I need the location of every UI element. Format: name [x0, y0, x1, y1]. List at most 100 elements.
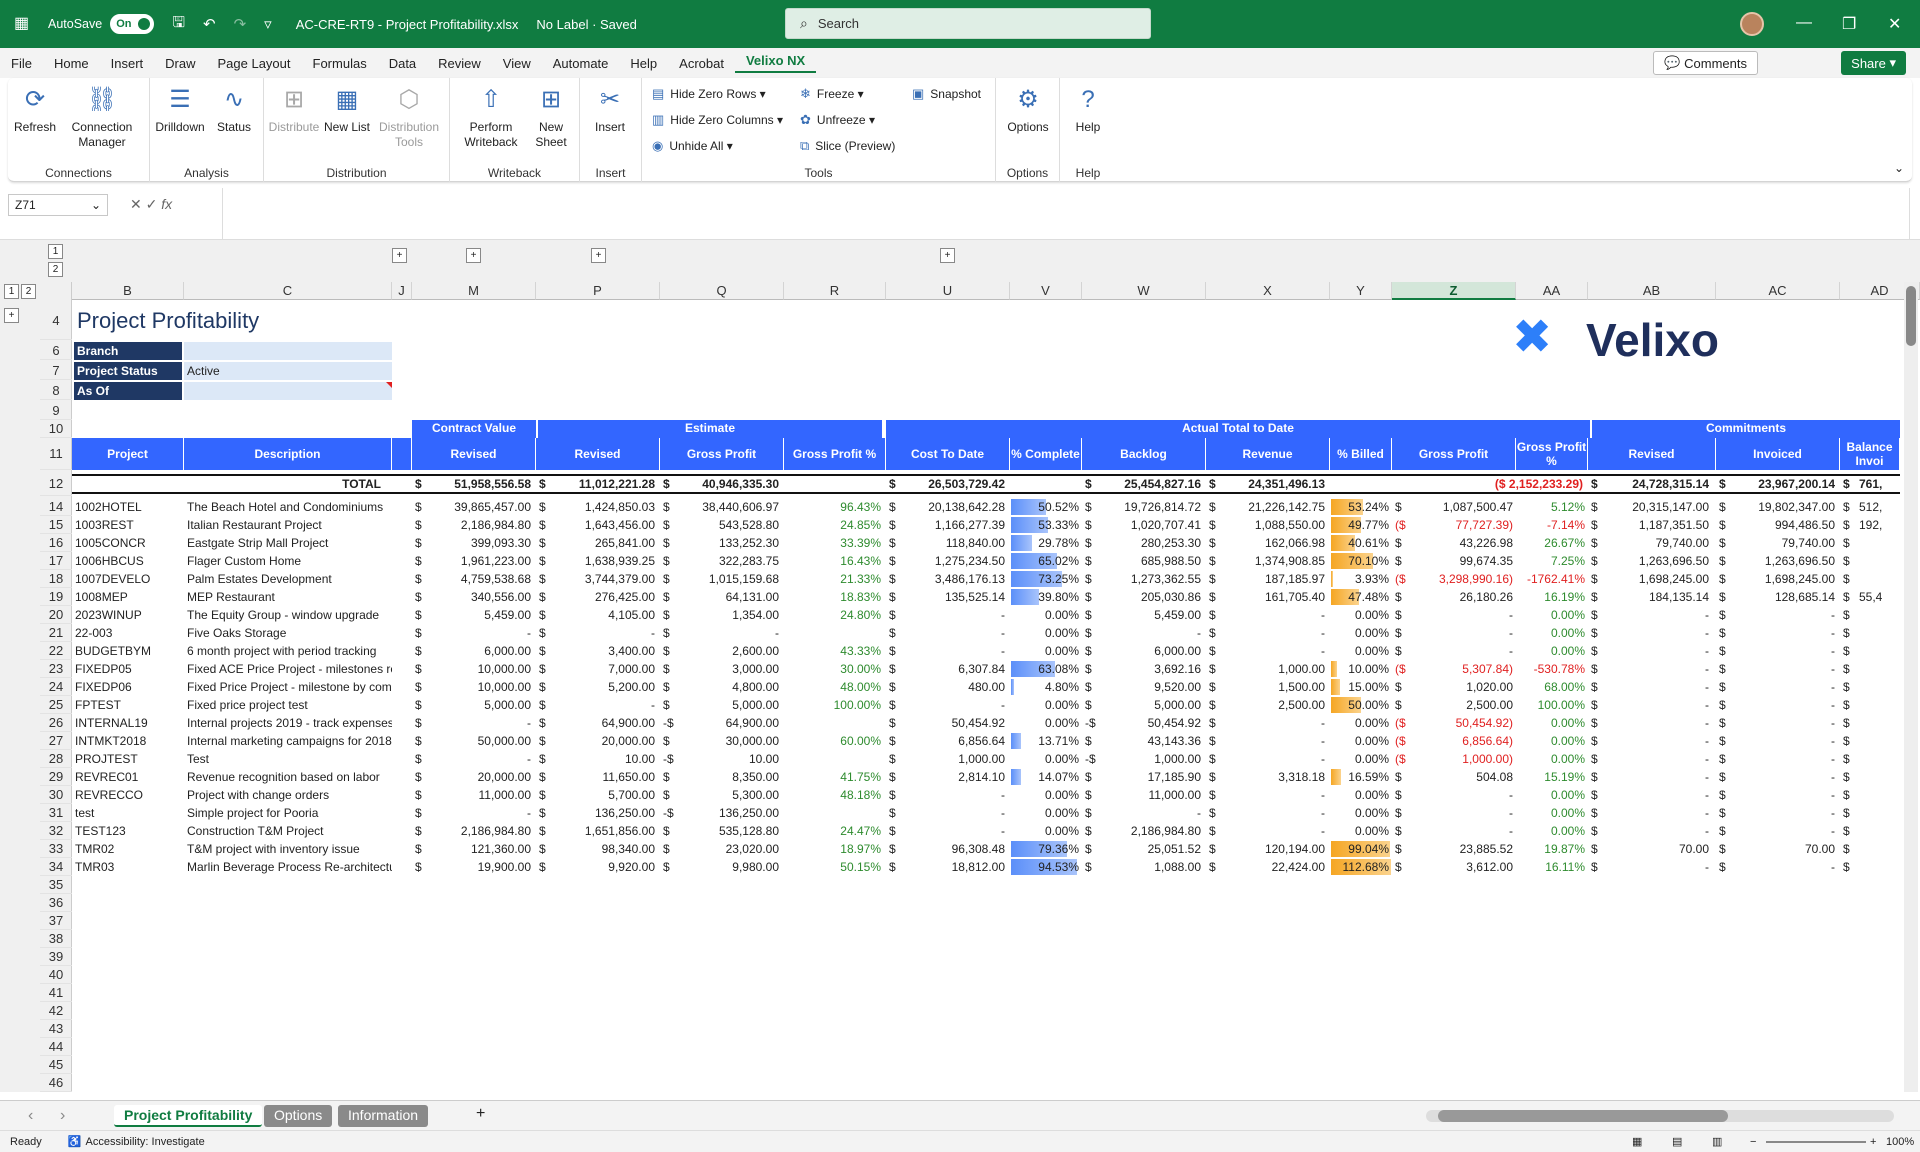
revenue[interactable]: -: [1222, 732, 1328, 750]
backlog[interactable]: 9,520.00: [1098, 678, 1204, 696]
currency-sign[interactable]: $: [1588, 588, 1602, 606]
currency-sign[interactable]: $: [412, 678, 426, 696]
snapshot-button[interactable]: ▣ Snapshot: [912, 86, 981, 102]
com-revised[interactable]: -: [1604, 786, 1712, 804]
menu-data[interactable]: Data: [378, 56, 427, 71]
act-gross-profit[interactable]: 99,674.35: [1408, 552, 1516, 570]
currency-sign[interactable]: $: [660, 678, 674, 696]
restore-icon[interactable]: ❐: [1842, 14, 1856, 34]
cost-to-date[interactable]: 96,308.48: [902, 840, 1008, 858]
pct-complete[interactable]: 39.80%: [1010, 588, 1082, 606]
act-gross-profit-pct[interactable]: 0.00%: [1516, 642, 1588, 660]
revenue[interactable]: 187,185.97: [1222, 570, 1328, 588]
backlog[interactable]: 1,020,707.41: [1098, 516, 1204, 534]
currency-sign[interactable]: $: [412, 714, 426, 732]
invoiced[interactable]: -: [1732, 858, 1838, 876]
unfreeze-button[interactable]: ✿ Unfreeze ▾: [800, 112, 875, 128]
currency-sign[interactable]: $: [1206, 768, 1220, 786]
unhide-all-button[interactable]: ◉ Unhide All ▾: [652, 138, 733, 154]
currency-sign[interactable]: $: [536, 822, 550, 840]
currency-sign[interactable]: $: [536, 498, 550, 516]
currency-sign[interactable]: $: [1588, 642, 1602, 660]
project-code[interactable]: 1003REST: [72, 516, 184, 534]
undo-icon[interactable]: ↶: [203, 15, 216, 33]
row-header[interactable]: 31: [40, 804, 72, 822]
row-header[interactable]: 11: [40, 438, 72, 470]
currency-sign[interactable]: $: [1392, 642, 1406, 660]
page-layout-icon[interactable]: ▤: [1672, 1135, 1682, 1148]
est-gross-profit[interactable]: 8,350.00: [676, 768, 782, 786]
currency-sign[interactable]: $: [1716, 570, 1730, 588]
currency-sign[interactable]: $: [1840, 678, 1854, 696]
est-gross-profit-pct[interactable]: 24.85%: [784, 516, 884, 534]
est-revised[interactable]: 276,425.00: [552, 588, 658, 606]
pct-complete[interactable]: 63.08%: [1010, 660, 1082, 678]
com-revised[interactable]: 1,187,351.50: [1604, 516, 1712, 534]
currency-sign[interactable]: $: [1716, 624, 1730, 642]
invoiced[interactable]: -: [1732, 642, 1838, 660]
currency-sign[interactable]: $: [1588, 606, 1602, 624]
currency-sign[interactable]: $: [1716, 732, 1730, 750]
currency-sign[interactable]: $: [886, 678, 900, 696]
row-header[interactable]: 25: [40, 696, 72, 714]
currency-sign[interactable]: $: [1206, 606, 1220, 624]
currency-sign[interactable]: $: [412, 475, 426, 493]
currency-sign[interactable]: $: [1840, 786, 1854, 804]
insert-button[interactable]: ✂ Insert: [584, 84, 636, 135]
currency-sign[interactable]: $: [1840, 660, 1854, 678]
pct-billed[interactable]: 50.00%: [1330, 696, 1392, 714]
row-outline-level-1[interactable]: 1: [4, 284, 19, 299]
revenue[interactable]: 1,000.00: [1222, 660, 1328, 678]
invoiced[interactable]: 79,740.00: [1732, 534, 1838, 552]
currency-sign[interactable]: $: [536, 804, 550, 822]
est-gross-profit-pct[interactable]: 43.33%: [784, 642, 884, 660]
backlog[interactable]: 43,143.36: [1098, 732, 1204, 750]
project-code[interactable]: REVRECCO: [72, 786, 184, 804]
balance[interactable]: [1856, 840, 1900, 858]
currency-sign[interactable]: $: [1206, 534, 1220, 552]
invoiced[interactable]: -: [1732, 750, 1838, 768]
row-header[interactable]: 35: [40, 876, 72, 894]
currency-sign[interactable]: $: [1840, 498, 1854, 516]
tab-project-profitability[interactable]: Project Profitability: [114, 1105, 263, 1127]
project-description[interactable]: Italian Restaurant Project: [184, 516, 392, 534]
revenue[interactable]: -: [1222, 606, 1328, 624]
est-gross-profit-pct[interactable]: 96.43%: [784, 498, 884, 516]
total-revenue[interactable]: 24,351,496.13: [1222, 475, 1328, 493]
project-description[interactable]: Internal projects 2019 - track expenses: [184, 714, 392, 732]
cost-to-date[interactable]: -: [902, 696, 1008, 714]
currency-sign[interactable]: $: [1588, 804, 1602, 822]
revenue[interactable]: 2,500.00: [1222, 696, 1328, 714]
invoiced[interactable]: 1,698,245.00: [1732, 570, 1838, 588]
currency-sign[interactable]: $: [660, 768, 674, 786]
project-description[interactable]: The Equity Group - window upgrade: [184, 606, 392, 624]
act-gross-profit[interactable]: -: [1408, 624, 1516, 642]
contract-value[interactable]: -: [428, 804, 534, 822]
com-revised[interactable]: -: [1604, 732, 1712, 750]
project-code[interactable]: TMR02: [72, 840, 184, 858]
revenue[interactable]: -: [1222, 750, 1328, 768]
cost-to-date[interactable]: -: [902, 822, 1008, 840]
currency-sign[interactable]: -$: [1082, 714, 1096, 732]
project-description[interactable]: Test: [184, 750, 392, 768]
project-code[interactable]: 1005CONCR: [72, 534, 184, 552]
project-description[interactable]: Palm Estates Development: [184, 570, 392, 588]
est-gross-profit[interactable]: 10.00: [676, 750, 782, 768]
row-header[interactable]: 15: [40, 516, 72, 534]
zoom-in-icon[interactable]: +: [1870, 1136, 1876, 1148]
est-gross-profit-pct[interactable]: 24.47%: [784, 822, 884, 840]
est-gross-profit-pct[interactable]: 100.00%: [784, 696, 884, 714]
currency-sign[interactable]: $: [660, 624, 674, 642]
currency-sign[interactable]: $: [660, 822, 674, 840]
currency-sign[interactable]: $: [1716, 804, 1730, 822]
est-gross-profit[interactable]: 133,252.30: [676, 534, 782, 552]
act-gross-profit-pct[interactable]: 0.00%: [1516, 822, 1588, 840]
invoiced[interactable]: -: [1732, 804, 1838, 822]
currency-sign[interactable]: $: [1082, 786, 1096, 804]
menu-page-layout[interactable]: Page Layout: [207, 56, 302, 71]
pct-billed[interactable]: 0.00%: [1330, 804, 1392, 822]
invoiced[interactable]: 70.00: [1732, 840, 1838, 858]
currency-sign[interactable]: $: [1716, 588, 1730, 606]
invoiced[interactable]: -: [1732, 660, 1838, 678]
balance[interactable]: [1856, 552, 1900, 570]
